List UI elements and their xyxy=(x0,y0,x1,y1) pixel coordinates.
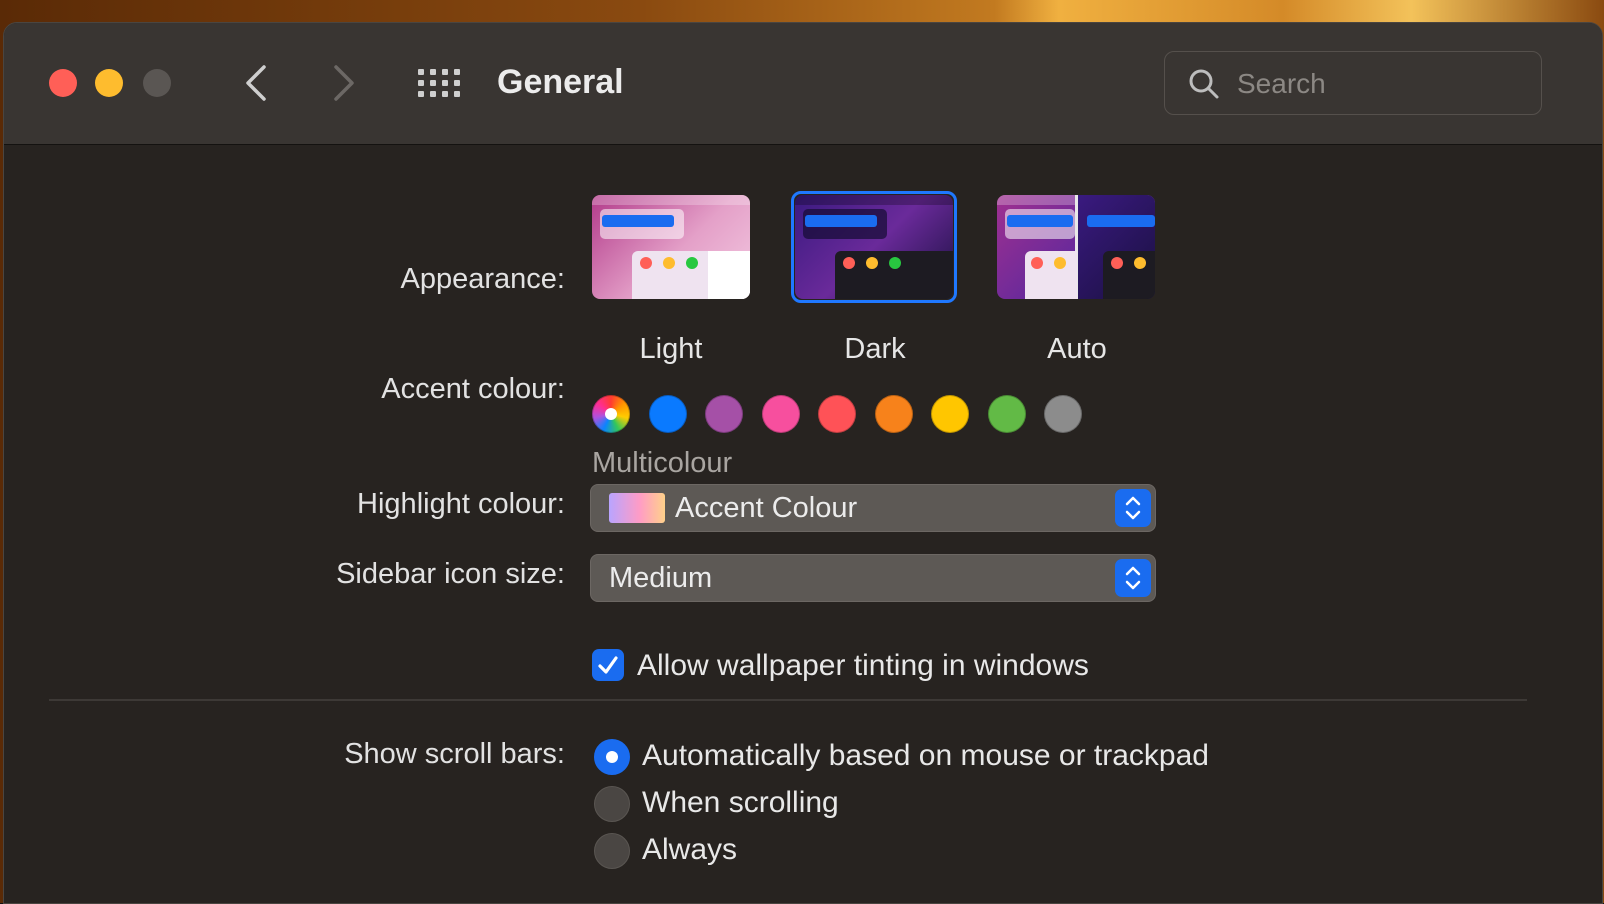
accent-swatch-orange[interactable] xyxy=(875,395,913,433)
thumb-dot xyxy=(686,257,698,269)
preferences-window: General Appearance: Light Dark xyxy=(3,22,1603,904)
appearance-label: Appearance: xyxy=(400,263,565,295)
thumb-dot xyxy=(1111,257,1123,269)
wallpaper-tinting-checkbox[interactable] xyxy=(592,649,624,681)
sidebar-icon-size-label: Sidebar icon size: xyxy=(336,558,565,590)
scroll-bars-always-label[interactable]: Always xyxy=(642,833,737,867)
search-input[interactable] xyxy=(1235,64,1529,104)
window-title: General xyxy=(497,63,624,101)
thumb-dot xyxy=(663,257,675,269)
highlight-colour-popup[interactable]: Accent Colour xyxy=(590,484,1156,532)
toolbar: General xyxy=(4,23,1602,145)
thumb-dot xyxy=(1031,257,1043,269)
appearance-auto-option[interactable] xyxy=(997,195,1155,299)
scroll-bars-label: Show scroll bars: xyxy=(344,738,565,770)
popup-stepper xyxy=(1115,489,1151,527)
accent-swatch-multicolour[interactable] xyxy=(592,395,630,433)
thumb-highlight xyxy=(602,215,674,227)
section-divider xyxy=(49,699,1527,701)
highlight-colour-label: Highlight colour: xyxy=(357,488,565,520)
scroll-bars-automatic-label[interactable]: Automatically based on mouse or trackpad xyxy=(642,739,1209,773)
accent-swatch-blue[interactable] xyxy=(649,395,687,433)
forward-button[interactable] xyxy=(324,61,364,105)
thumb-highlight xyxy=(1007,215,1073,227)
chevron-up-down-icon xyxy=(1125,496,1141,520)
sidebar-icon-size-value: Medium xyxy=(609,562,713,594)
accent-colour-label: Accent colour: xyxy=(381,373,565,405)
thumb-dot xyxy=(640,257,652,269)
chevron-left-icon xyxy=(246,65,266,101)
thumb-highlight xyxy=(1087,215,1155,227)
sidebar-icon-size-popup[interactable]: Medium xyxy=(590,554,1156,602)
accent-swatch-red[interactable] xyxy=(818,395,856,433)
appearance-light-option[interactable] xyxy=(592,195,750,299)
search-icon xyxy=(1189,69,1219,99)
accent-swatch-pink[interactable] xyxy=(762,395,800,433)
scroll-bars-radio-automatic[interactable] xyxy=(594,739,630,775)
accent-selected-name: Multicolour xyxy=(592,447,733,479)
close-button[interactable] xyxy=(49,69,77,97)
scroll-bars-when-scrolling-label[interactable]: When scrolling xyxy=(642,786,839,820)
accent-swatch-yellow[interactable] xyxy=(931,395,969,433)
zoom-button[interactable] xyxy=(143,69,171,97)
selection-ring xyxy=(791,191,957,303)
thumb-dot xyxy=(1134,257,1146,269)
back-button[interactable] xyxy=(236,61,276,105)
appearance-light-label: Light xyxy=(639,333,703,365)
thumb-window xyxy=(1103,251,1155,299)
search-field[interactable] xyxy=(1164,51,1542,115)
checkmark-icon xyxy=(598,656,618,674)
scroll-bars-radio-when-scrolling[interactable] xyxy=(594,786,630,822)
thumb-pane xyxy=(708,251,750,299)
accent-swatch-purple[interactable] xyxy=(705,395,743,433)
appearance-dark-label: Dark xyxy=(844,333,906,365)
accent-swatch-green[interactable] xyxy=(988,395,1026,433)
chevron-up-down-icon xyxy=(1125,566,1141,590)
chevron-right-icon xyxy=(334,65,354,101)
accent-swatch-graphite[interactable] xyxy=(1044,395,1082,433)
scroll-bars-radio-always[interactable] xyxy=(594,833,630,869)
popup-stepper xyxy=(1115,559,1151,597)
appearance-auto-label: Auto xyxy=(1047,333,1107,365)
thumb-menubar xyxy=(592,195,750,205)
minimize-button[interactable] xyxy=(95,69,123,97)
wallpaper-tinting-label[interactable]: Allow wallpaper tinting in windows xyxy=(637,649,1089,683)
show-all-button[interactable] xyxy=(416,65,462,101)
highlight-colour-value: Accent Colour xyxy=(675,492,858,524)
thumb-dot xyxy=(1054,257,1066,269)
highlight-colour-swatch xyxy=(609,493,665,523)
